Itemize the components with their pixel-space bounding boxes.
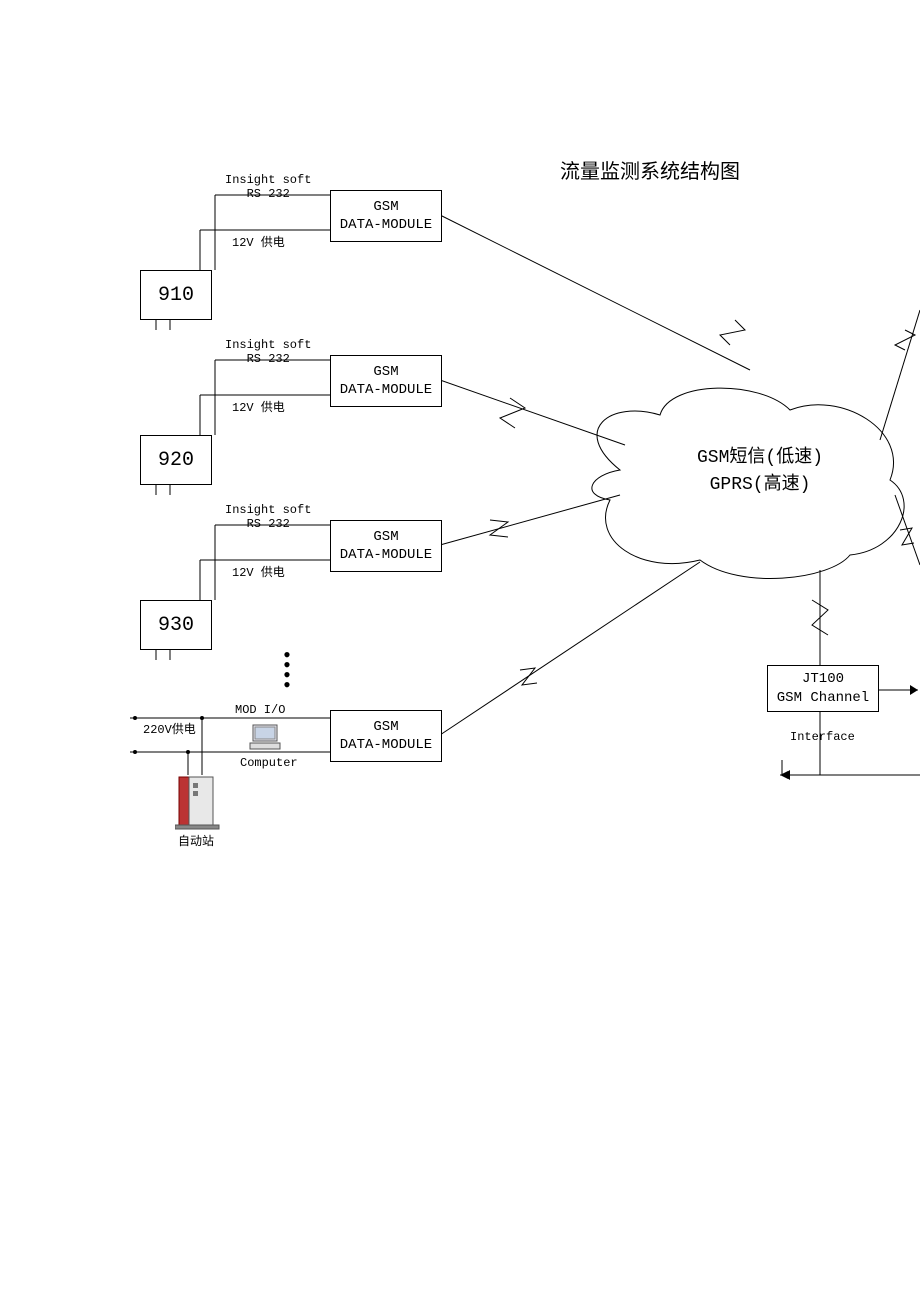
jt100-module: JT100 GSM Channel bbox=[767, 665, 879, 712]
gsm2-line1: GSM bbox=[373, 363, 398, 381]
gsm-module-1: GSM DATA-MODULE bbox=[330, 190, 442, 242]
jt100-line1: JT100 bbox=[802, 670, 844, 688]
gsm-module-3: GSM DATA-MODULE bbox=[330, 520, 442, 572]
label-computer: Computer bbox=[240, 756, 298, 770]
gsm1-line2: DATA-MODULE bbox=[340, 216, 432, 234]
cloud-label: GSM短信(低速) GPRS(高速) bbox=[660, 445, 860, 499]
cloud-line1: GSM短信(低速) bbox=[660, 445, 860, 472]
gsm2-line2: DATA-MODULE bbox=[340, 381, 432, 399]
label-insight-1: Insight soft RS 232 bbox=[225, 173, 311, 201]
cloud-line2: GPRS(高速) bbox=[660, 472, 860, 499]
ellipsis-icon: •••• bbox=[282, 650, 292, 690]
label-interface: Interface bbox=[790, 730, 855, 744]
diagram-title: 流量监测系统结构图 bbox=[560, 155, 740, 184]
label-autostation: 自动站 bbox=[178, 832, 214, 849]
label-insight-3: Insight soft RS 232 bbox=[225, 503, 311, 531]
label-12v-1: 12V 供电 bbox=[232, 233, 285, 250]
label-220v: 220V供电 bbox=[143, 720, 196, 737]
label-insight-2: Insight soft RS 232 bbox=[225, 338, 311, 366]
gsm3-line2: DATA-MODULE bbox=[340, 546, 432, 564]
gsm1-line1: GSM bbox=[373, 198, 398, 216]
gsm3-line1: GSM bbox=[373, 528, 398, 546]
label-12v-2: 12V 供电 bbox=[232, 398, 285, 415]
device-920: 920 bbox=[140, 435, 212, 485]
device-910: 910 bbox=[140, 270, 212, 320]
label-12v-3: 12V 供电 bbox=[232, 563, 285, 580]
label-modio: MOD I/O bbox=[235, 703, 285, 717]
autostation-icon bbox=[175, 775, 920, 1302]
gsm-module-2: GSM DATA-MODULE bbox=[330, 355, 442, 407]
device-930: 930 bbox=[140, 600, 212, 650]
jt100-line2: GSM Channel bbox=[777, 689, 869, 707]
